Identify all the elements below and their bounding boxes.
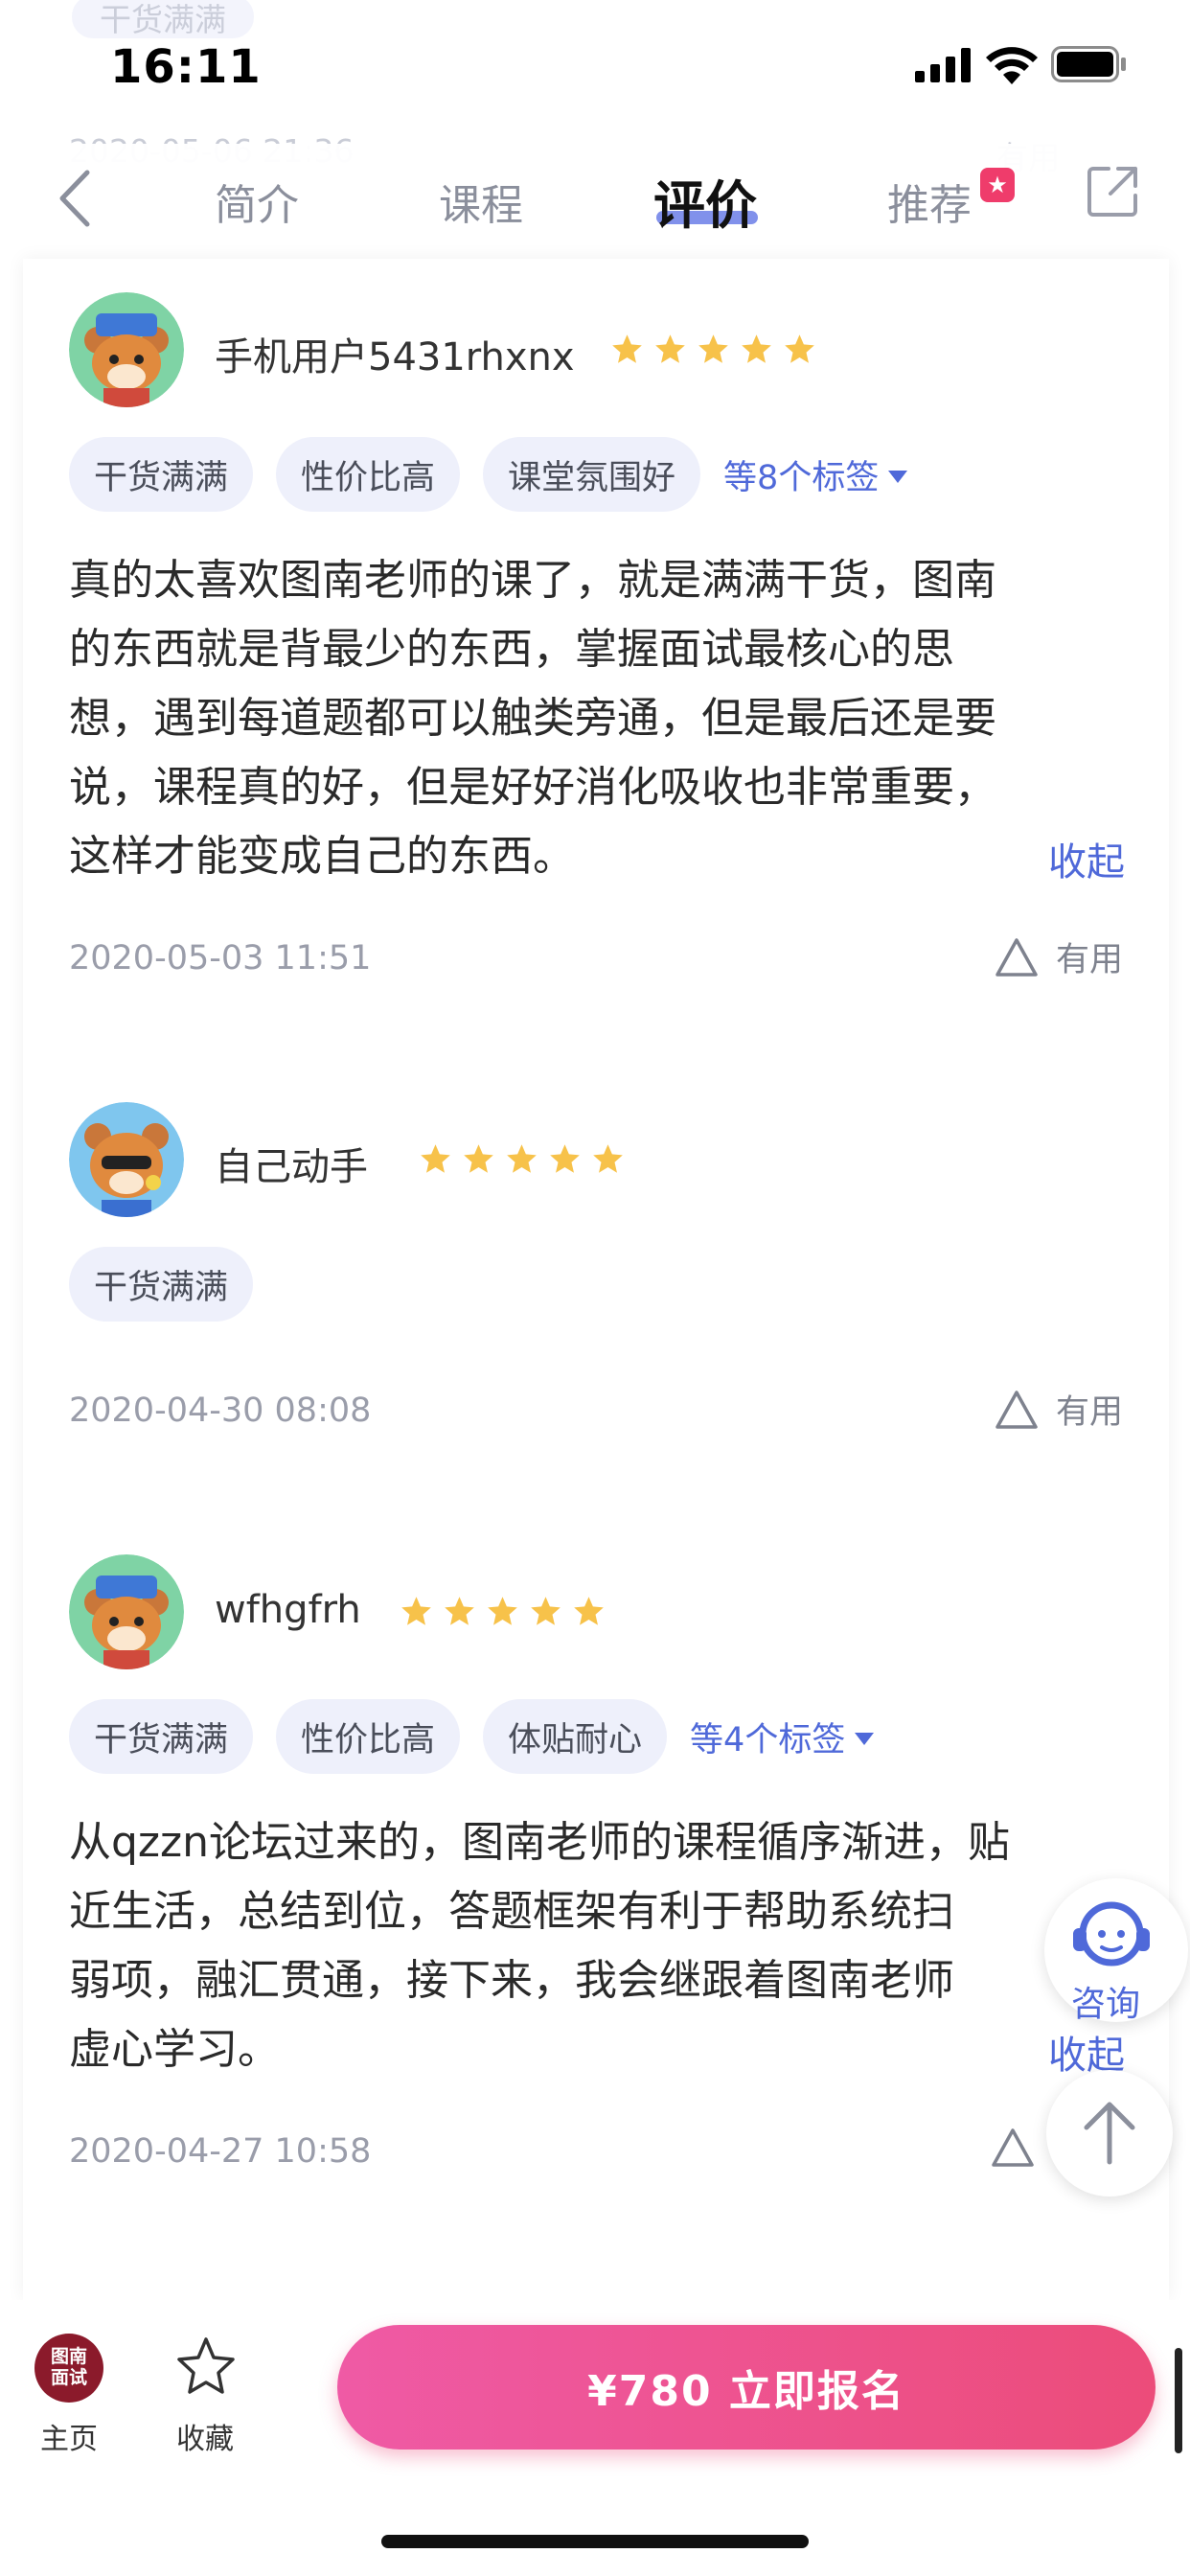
- review-tag: 课堂氛围好: [483, 437, 701, 512]
- caret-down-icon: [888, 470, 908, 483]
- triangle-icon: [995, 937, 1038, 977]
- enroll-button[interactable]: ¥780 立即报名: [337, 2325, 1156, 2450]
- star-icon: [742, 334, 771, 363]
- review-line: 的东西就是背最少的东西，掌握面试最核心的思: [69, 625, 954, 674]
- review-text: 从qzzn论坛过来的，图南老师的课程循序渐进，贴 近生活，总结到位，答题框架有利…: [69, 1808, 1056, 2084]
- scrollbar[interactable]: [1175, 2348, 1182, 2453]
- headset-chat-icon: [1073, 1901, 1150, 1966]
- back-arrow-icon[interactable]: [53, 165, 95, 232]
- arrow-up-icon: [1084, 2102, 1135, 2165]
- review-tags: 干货满满 性价比高 课堂氛围好 等8个标签: [69, 437, 908, 512]
- star-icon: [507, 1144, 537, 1173]
- more-tags-toggle[interactable]: 等4个标签: [690, 1713, 875, 1761]
- status-time: 16:11: [110, 40, 262, 94]
- useful-label: 有用: [1055, 1393, 1123, 1432]
- review-tag: 干货满满: [69, 1247, 254, 1322]
- review-line: 近生活，总结到位，答题框架有利于帮助系统扫: [69, 1887, 954, 1936]
- caret-down-icon: [855, 1732, 875, 1745]
- review-item: wfhgfrh 干货满满 性价比高 体贴耐心 等4个标签 从qzzn论坛过来的，…: [69, 1554, 1125, 2177]
- favorite-label[interactable]: 收藏: [176, 2415, 234, 2457]
- more-tags-toggle[interactable]: 等8个标签: [723, 450, 908, 499]
- review-tag: 干货满满: [69, 437, 254, 512]
- review-line: 这样才能变成自己的东西。: [69, 832, 575, 881]
- star-icon: [488, 1597, 517, 1625]
- top-nav: 简介 课程 评价 推荐 ★: [0, 144, 1190, 259]
- review-tags: 干货满满: [69, 1247, 254, 1322]
- review-item: 手机用户5431rhxnx 干货满满 性价比高 课堂氛围好 等8个标签 真的太喜…: [69, 292, 1125, 1001]
- star-icon: [421, 1144, 450, 1173]
- star-outline-icon[interactable]: [174, 2334, 238, 2398]
- star-icon: [531, 1597, 561, 1625]
- review-item: 自己动手 干货满满 2020-04-30 08:08 有用: [69, 1102, 1123, 1438]
- logo-text: 面试: [50, 2367, 87, 2388]
- brand-logo[interactable]: 图南 面试: [34, 2334, 103, 2403]
- back-to-top-button[interactable]: [1046, 2070, 1173, 2196]
- star-icon: [785, 334, 814, 363]
- share-icon[interactable]: [1086, 165, 1139, 218]
- battery-icon: [1051, 46, 1126, 82]
- review-line: 真的太喜欢图南老师的课了，就是满满干货，图南: [69, 556, 996, 605]
- star-icon: [445, 1597, 474, 1625]
- more-tags-label: 等4个标签: [690, 1720, 846, 1760]
- review-tag: 体贴耐心: [483, 1699, 668, 1774]
- logo-text: 图南: [50, 2346, 87, 2367]
- star-icon: [574, 1597, 604, 1625]
- wifi-icon: [986, 47, 1038, 84]
- star-icon: [612, 334, 642, 363]
- review-line: 从qzzn论坛过来的，图南老师的课程循序渐进，贴: [69, 1818, 1011, 1867]
- review-line: 说，课程真的好，但是好好消化吸收也非常重要，: [69, 763, 996, 812]
- star-rating: [610, 333, 816, 366]
- user-avatar: [69, 1554, 184, 1669]
- star-icon: [698, 334, 728, 363]
- star-rating: [419, 1142, 625, 1176]
- review-line: 想，遇到每道题都可以触类旁通，但是最后还是要: [69, 694, 996, 743]
- review-line: 虚心学习。: [69, 2025, 280, 2074]
- star-badge-icon: ★: [980, 168, 1015, 202]
- review-tag: 性价比高: [276, 437, 461, 512]
- tab-recommend[interactable]: 推荐: [887, 171, 972, 232]
- more-tags-label: 等8个标签: [723, 458, 880, 497]
- review-line: 弱项，融汇贯通，接下来，我会继跟着图南老师: [69, 1956, 954, 2005]
- review-date: 2020-04-30 08:08: [69, 1392, 372, 1430]
- home-indicator[interactable]: [381, 2535, 809, 2548]
- triangle-icon: [995, 1390, 1038, 1429]
- tab-reviews[interactable]: 评价: [653, 163, 757, 239]
- review-date: 2020-04-27 10:58: [69, 2132, 372, 2171]
- star-icon: [550, 1144, 580, 1173]
- consult-label: 咨询: [1071, 1985, 1141, 2024]
- review-tag: 性价比高: [276, 1699, 461, 1774]
- username: 自己动手: [215, 1145, 368, 1189]
- triangle-icon[interactable]: [991, 2128, 1035, 2168]
- star-icon: [401, 1597, 431, 1625]
- review-date: 2020-05-03 11:51: [69, 939, 372, 978]
- useful-label: 有用: [1055, 941, 1123, 979]
- review-tags: 干货满满 性价比高 体贴耐心 等4个标签: [69, 1699, 875, 1774]
- status-bar: 16:11: [0, 0, 1190, 125]
- app-screen: 干货满满 2020-05-06 21:36 有用 16:11 简介 课程 评价: [0, 0, 1190, 2576]
- review-tag: 干货满满: [69, 1699, 254, 1774]
- star-icon: [593, 1144, 623, 1173]
- user-avatar: [69, 1102, 184, 1217]
- star-icon: [655, 334, 685, 363]
- username: 手机用户5431rhxnx: [215, 335, 575, 380]
- collapse-link[interactable]: 收起: [1048, 831, 1125, 886]
- tab-course[interactable]: 课程: [439, 171, 523, 232]
- useful-button[interactable]: 有用: [995, 932, 1123, 981]
- tab-intro[interactable]: 简介: [215, 171, 299, 232]
- home-label[interactable]: 主页: [40, 2415, 98, 2457]
- user-avatar: [69, 292, 184, 407]
- review-text: 真的太喜欢图南老师的课了，就是满满干货，图南 的东西就是背最少的东西，掌握面试最…: [69, 546, 1123, 891]
- star-rating: [400, 1595, 606, 1628]
- useful-button[interactable]: 有用: [995, 1385, 1123, 1434]
- star-icon: [464, 1144, 493, 1173]
- username: wfhgfrh: [215, 1588, 361, 1632]
- cellular-signal-icon: [915, 48, 971, 82]
